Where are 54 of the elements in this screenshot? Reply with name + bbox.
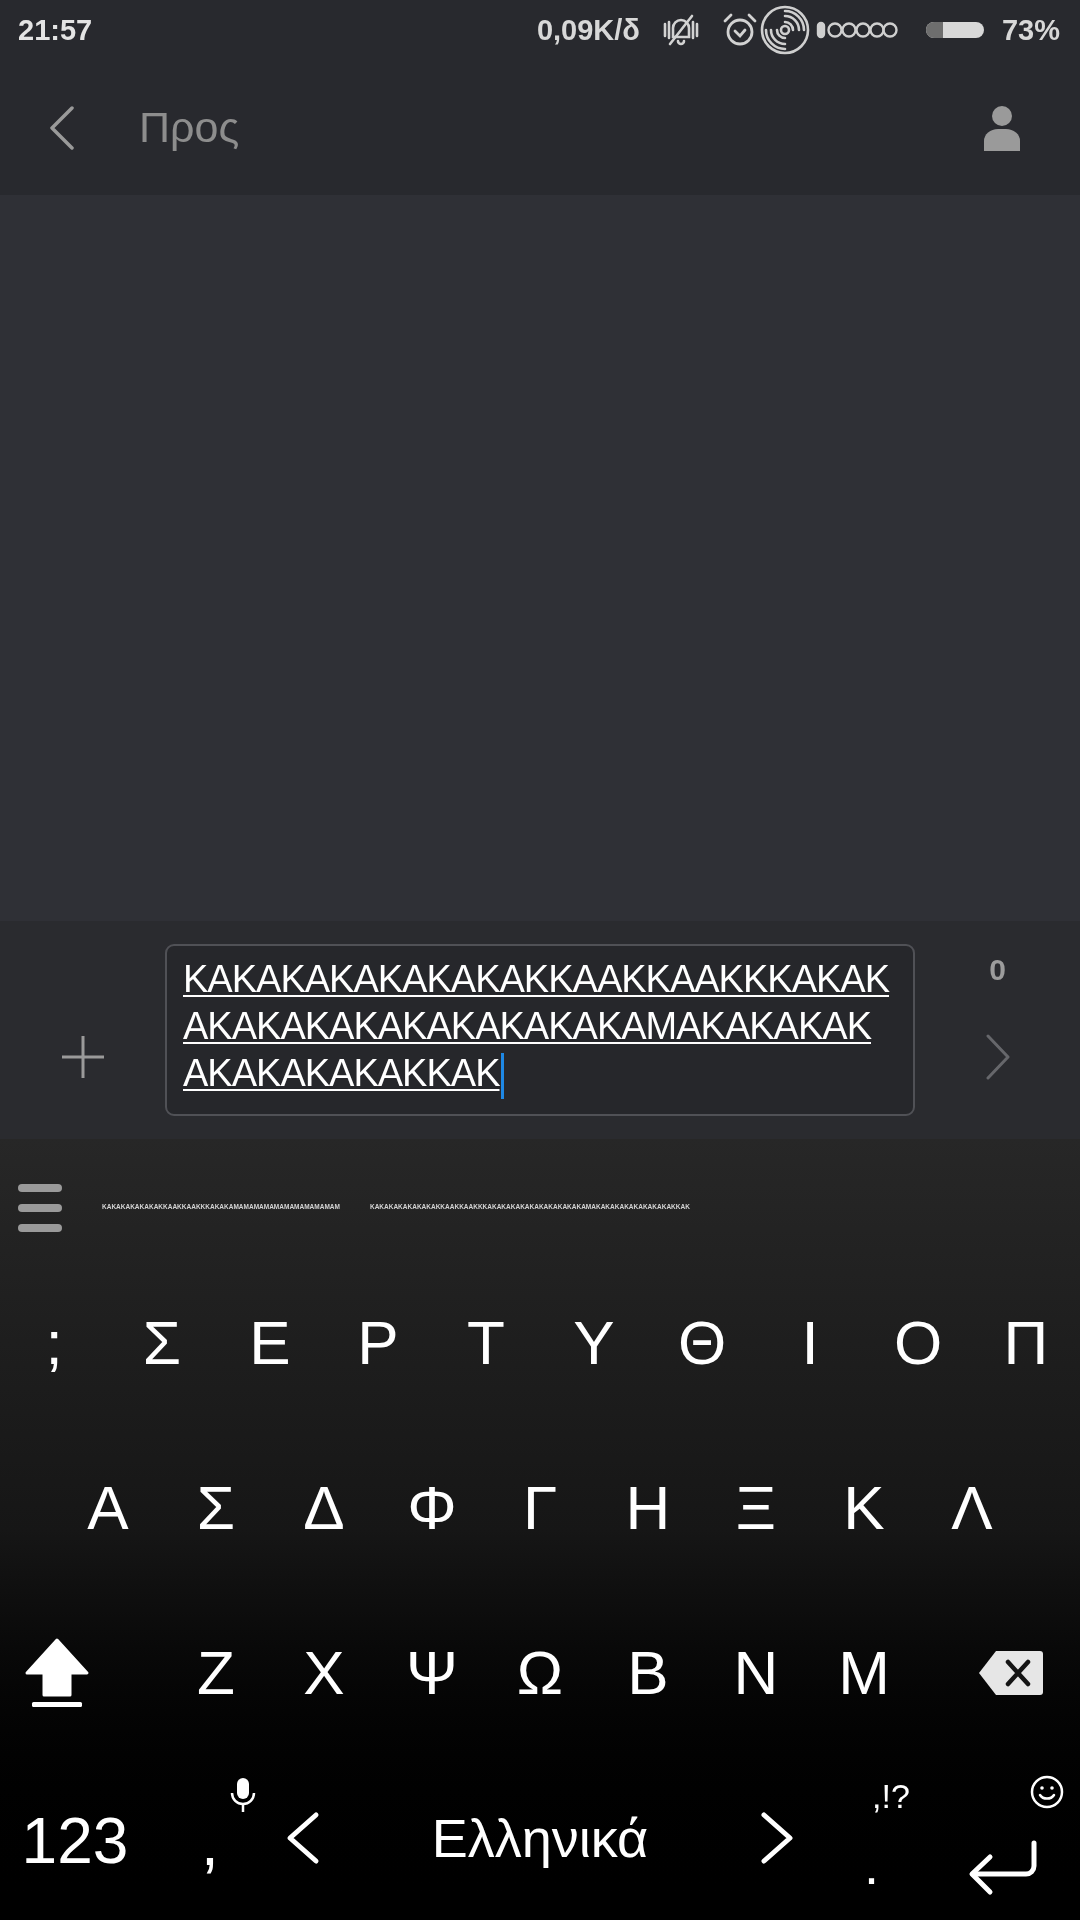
keyboard-key[interactable]: Γ <box>486 1425 594 1590</box>
keyboard-key[interactable]: Ι <box>756 1260 864 1425</box>
keyboard-key[interactable]: Θ <box>648 1260 756 1425</box>
plus-icon <box>60 1035 105 1079</box>
backspace-icon <box>978 1649 1044 1696</box>
person-icon <box>984 104 1020 151</box>
chevron-right-icon <box>760 1810 796 1865</box>
battery-icon <box>925 20 984 40</box>
keyboard-key[interactable]: Ε <box>216 1260 324 1425</box>
text-cursor <box>500 1052 504 1099</box>
keyboard-key[interactable]: Α <box>54 1425 162 1590</box>
menu-button[interactable] <box>18 1183 62 1232</box>
smiley-icon <box>1030 1775 1064 1809</box>
battery-percent: 73% <box>1001 15 1060 45</box>
keyboard-key[interactable]: Β <box>594 1590 702 1755</box>
symbols-key[interactable]: 123 <box>0 1755 150 1920</box>
keyboard-key[interactable]: Ψ <box>378 1590 486 1755</box>
microphone-icon <box>230 1777 256 1813</box>
keyboard-key[interactable]: Μ <box>810 1590 918 1755</box>
keyboard-key[interactable]: Δ <box>270 1425 378 1590</box>
keyboard-key[interactable]: Η <box>594 1425 702 1590</box>
network-speed: 0,09K/δ <box>536 15 640 45</box>
keyboard-key[interactable]: Ξ <box>702 1425 810 1590</box>
recipient-field[interactable]: Προς <box>139 97 779 158</box>
keyboard-key[interactable]: Ω <box>486 1590 594 1755</box>
keyboard-key[interactable]: Ρ <box>324 1260 432 1425</box>
signal-icon <box>815 21 898 39</box>
keyboard-key[interactable]: Π <box>972 1260 1080 1425</box>
key-hint: ,!? <box>872 1779 910 1813</box>
contact-button[interactable] <box>982 103 1022 152</box>
keyboard-key[interactable]: Χ <box>270 1590 378 1755</box>
chevron-right-icon <box>984 1034 1011 1080</box>
keyboard-key[interactable]: ; <box>0 1260 108 1425</box>
character-counter: 0 <box>989 952 1006 988</box>
disc-icon <box>759 5 810 55</box>
keyboard-key[interactable]: Φ <box>378 1425 486 1590</box>
comma-key[interactable]: , <box>150 1755 270 1920</box>
keyboard-key[interactable]: Τ <box>432 1260 540 1425</box>
keyboard-key[interactable]: Ζ <box>162 1590 270 1755</box>
space-key[interactable]: Ελληνικά <box>270 1755 810 1920</box>
alarm-clock-icon <box>721 12 758 48</box>
message-field[interactable]: ΚΑΚΑΚΑΚΑΚΑΚΑΚΑΚΚΑΑΚΚΑΑΚΚΚΑΚΑΚ ΑΚΑΚΑΚΑΚΑΚΑΚΑΚΑΚΑΚΑΜΑΚΑΚΑΚΑΚ ΑΚΑΚΑΚΑΚΑΚΚΑΚ <box>165 944 915 1116</box>
status-time: 21:57 <box>18 15 93 45</box>
keyboard-key[interactable]: Ο <box>864 1260 972 1425</box>
keyboard-key[interactable]: Κ <box>810 1425 918 1590</box>
keyboard-key[interactable]: Σ <box>162 1425 270 1590</box>
bell-off-icon <box>661 13 700 47</box>
period-key[interactable]: ,!? . <box>810 1755 945 1920</box>
keyboard-key[interactable]: Λ <box>918 1425 1026 1590</box>
keyboard-key[interactable]: Ν <box>702 1590 810 1755</box>
menu-icon <box>18 1183 62 1232</box>
back-icon <box>49 105 75 150</box>
keyboard-key[interactable]: Υ <box>540 1260 648 1425</box>
keyboard-key[interactable]: Σ <box>108 1260 216 1425</box>
